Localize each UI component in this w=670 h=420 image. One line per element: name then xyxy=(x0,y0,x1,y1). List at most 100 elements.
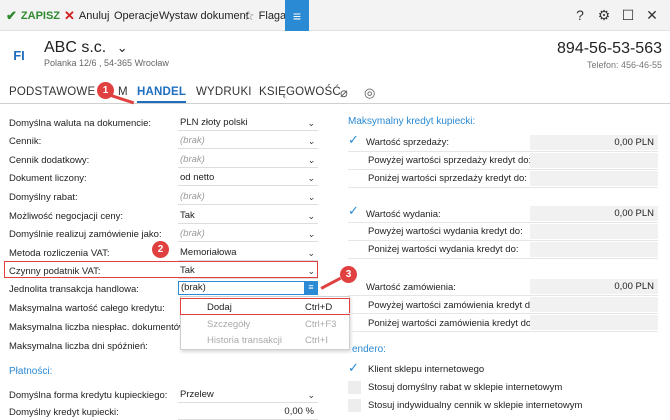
tab-ksiegowosc[interactable]: KSIĘGOWOŚĆ xyxy=(259,86,341,98)
sales-checkbox[interactable]: ✓ xyxy=(348,133,361,147)
chevron-down-icon: ⌄ xyxy=(307,136,315,146)
negotiation-label: Możliwość negocjacji ceny: xyxy=(9,211,124,222)
divider xyxy=(348,331,658,332)
flag-label: Flaga xyxy=(258,9,287,22)
sales-label: Wartość sprzedaży: xyxy=(366,137,450,148)
attachment-icon[interactable]: ⌀ xyxy=(340,85,348,101)
vat-payer-highlight xyxy=(4,261,318,278)
credit-form-value: Przelew xyxy=(180,389,214,400)
extra-pricelist-value: (brak) xyxy=(180,154,205,165)
chevron-down-icon: ⌄ xyxy=(116,40,128,55)
flag-button[interactable]: ☆ Flaga xyxy=(243,0,286,31)
order-below-label: Poniżej wartości zamówienia kredyt do: xyxy=(368,318,534,329)
max-credit-title: Maksymalny kredyt kupiecki: xyxy=(348,116,476,127)
pricelist-select[interactable]: (brak) ⌄ xyxy=(178,134,318,149)
currency-select[interactable]: PLN złoty polski ⌄ xyxy=(178,116,318,131)
document-counted-value: od netto xyxy=(180,172,215,183)
shop-discount-checkbox[interactable] xyxy=(348,381,361,394)
shop-pricelist-checkbox[interactable] xyxy=(348,399,361,412)
negotiation-select[interactable]: Tak ⌄ xyxy=(178,209,318,224)
menu-item-shortcut: Ctrl+F3 xyxy=(305,319,337,330)
save-label: ZAPISZ xyxy=(20,9,61,22)
shop-client-label: Klient sklepu internetowego xyxy=(368,364,485,375)
company-phone: 894-56-53-563 xyxy=(557,40,662,57)
vat-method-label: Metoda rozliczenia VAT: xyxy=(9,248,110,259)
menu-item-history[interactable]: Historia transakcji Ctrl+I xyxy=(181,333,351,349)
sales-value[interactable]: 0,00 PLN xyxy=(530,135,658,150)
credit-form-label: Domyślna forma kredytu kupieckiego: xyxy=(9,390,168,401)
maximize-icon[interactable]: ☐ xyxy=(620,7,636,24)
discount-value: (brak) xyxy=(180,191,205,202)
extra-pricelist-label: Cennik dodatkowy: xyxy=(9,155,90,166)
history-icon[interactable]: ◎ xyxy=(364,85,375,101)
tab-podstawowe[interactable]: PODSTAWOWE xyxy=(9,86,95,98)
company-address: Polanka 12/6 , 54-365 Wrocław xyxy=(44,58,169,68)
company-name: ABC s.c. xyxy=(44,39,107,56)
sales-below-field[interactable] xyxy=(530,171,658,186)
chevron-down-icon: ⌄ xyxy=(307,211,315,221)
sales-above-field[interactable] xyxy=(530,153,658,168)
vat-method-value: Memoriałowa xyxy=(180,247,237,258)
cancel-button[interactable]: ✕ Anuluj xyxy=(64,0,109,31)
credit-default-field[interactable]: 0,00 % xyxy=(178,405,318,420)
vat-method-select[interactable]: Memoriałowa ⌄ xyxy=(178,246,318,261)
issue-value[interactable]: 0,00 PLN xyxy=(530,206,658,221)
shop-discount-label: Stosuj domyślny rabat w sklepie internet… xyxy=(368,382,563,393)
extra-pricelist-select[interactable]: (brak) ⌄ xyxy=(178,153,318,168)
issue-label: Wartość wydania: xyxy=(366,209,441,220)
issue-document-label: Wystaw dokument xyxy=(159,9,249,22)
pricelist-value: (brak) xyxy=(180,135,205,146)
document-counted-select[interactable]: od netto ⌄ xyxy=(178,171,318,186)
pricelist-label: Cennik: xyxy=(9,136,42,147)
chevron-down-icon: ⌄ xyxy=(307,118,315,128)
chevron-down-icon: ⌄ xyxy=(307,390,315,400)
tab-wydruki[interactable]: WYDRUKI xyxy=(196,86,252,98)
hamburger-menu-button[interactable]: ≡ xyxy=(285,0,309,31)
credit-default-label: Domyślny kredyt kupiecki: xyxy=(9,407,119,418)
max-unpaid-docs-label: Maksymalna liczba niespłac. dokumentów xyxy=(9,322,186,333)
help-icon[interactable]: ? xyxy=(572,7,588,23)
discount-select[interactable]: (brak) ⌄ xyxy=(178,190,318,205)
divider xyxy=(348,258,658,259)
chevron-down-icon: ⌄ xyxy=(307,229,315,239)
order-value[interactable]: 0,00 PLN xyxy=(530,279,658,294)
discount-label: Domyślny rabat: xyxy=(9,192,78,203)
uniform-transaction-menu-button[interactable]: ≡ xyxy=(304,281,318,295)
chevron-down-icon: ⌄ xyxy=(307,248,315,258)
uniform-transaction-field[interactable]: (brak) xyxy=(178,281,318,295)
add-item-highlight xyxy=(180,298,350,315)
star-icon: ☆ xyxy=(243,7,255,23)
max-delay-days-label: Maksymalna liczba dni spóźnień: xyxy=(9,341,148,352)
company-selector[interactable]: ABC s.c. ⌄ xyxy=(44,39,128,57)
operations-button[interactable]: Operacje xyxy=(114,0,159,31)
menu-icon: ≡ xyxy=(308,282,314,292)
company-fax: Telefon: 456-46-55 xyxy=(586,60,662,70)
gear-icon[interactable]: ⚙ xyxy=(596,7,612,24)
close-icon: ✕ xyxy=(64,7,75,23)
issue-checkbox[interactable]: ✓ xyxy=(348,204,361,218)
callout-badge-2: 2 xyxy=(152,241,169,258)
shop-client-checkbox[interactable]: ✓ xyxy=(348,361,361,375)
callout-badge-3: 3 xyxy=(340,266,357,283)
payments-section-title: Płatności: xyxy=(9,366,53,377)
tab-handel[interactable]: HANDEL xyxy=(137,86,187,103)
toolbar: ✔ ZAPISZ ✕ Anuluj Operacje Wystaw dokume… xyxy=(0,0,670,31)
issue-document-button[interactable]: Wystaw dokument xyxy=(159,0,249,31)
order-above-field[interactable] xyxy=(530,297,658,312)
issue-below-field[interactable] xyxy=(530,242,658,257)
save-button[interactable]: ✔ ZAPISZ xyxy=(6,0,60,31)
order-label: Wartość zamówienia: xyxy=(366,282,456,293)
close-window-icon[interactable]: ✕ xyxy=(644,7,660,24)
order-below-field[interactable] xyxy=(530,315,658,330)
menu-item-label: Historia transakcji xyxy=(207,335,282,346)
divider xyxy=(348,295,658,296)
issue-above-label: Powyżej wartości wydania kredyt do: xyxy=(368,226,523,237)
chevron-down-icon: ⌄ xyxy=(307,155,315,165)
currency-label: Domyślna waluta na dokumencie: xyxy=(9,118,152,129)
order-realization-select[interactable]: (brak) ⌄ xyxy=(178,227,318,242)
credit-default-value: 0,00 % xyxy=(284,406,314,417)
menu-item-details[interactable]: Szczegóły Ctrl+F3 xyxy=(181,317,351,333)
issue-above-field[interactable] xyxy=(530,224,658,239)
divider xyxy=(348,313,658,314)
credit-form-select[interactable]: Przelew ⌄ xyxy=(178,388,318,403)
